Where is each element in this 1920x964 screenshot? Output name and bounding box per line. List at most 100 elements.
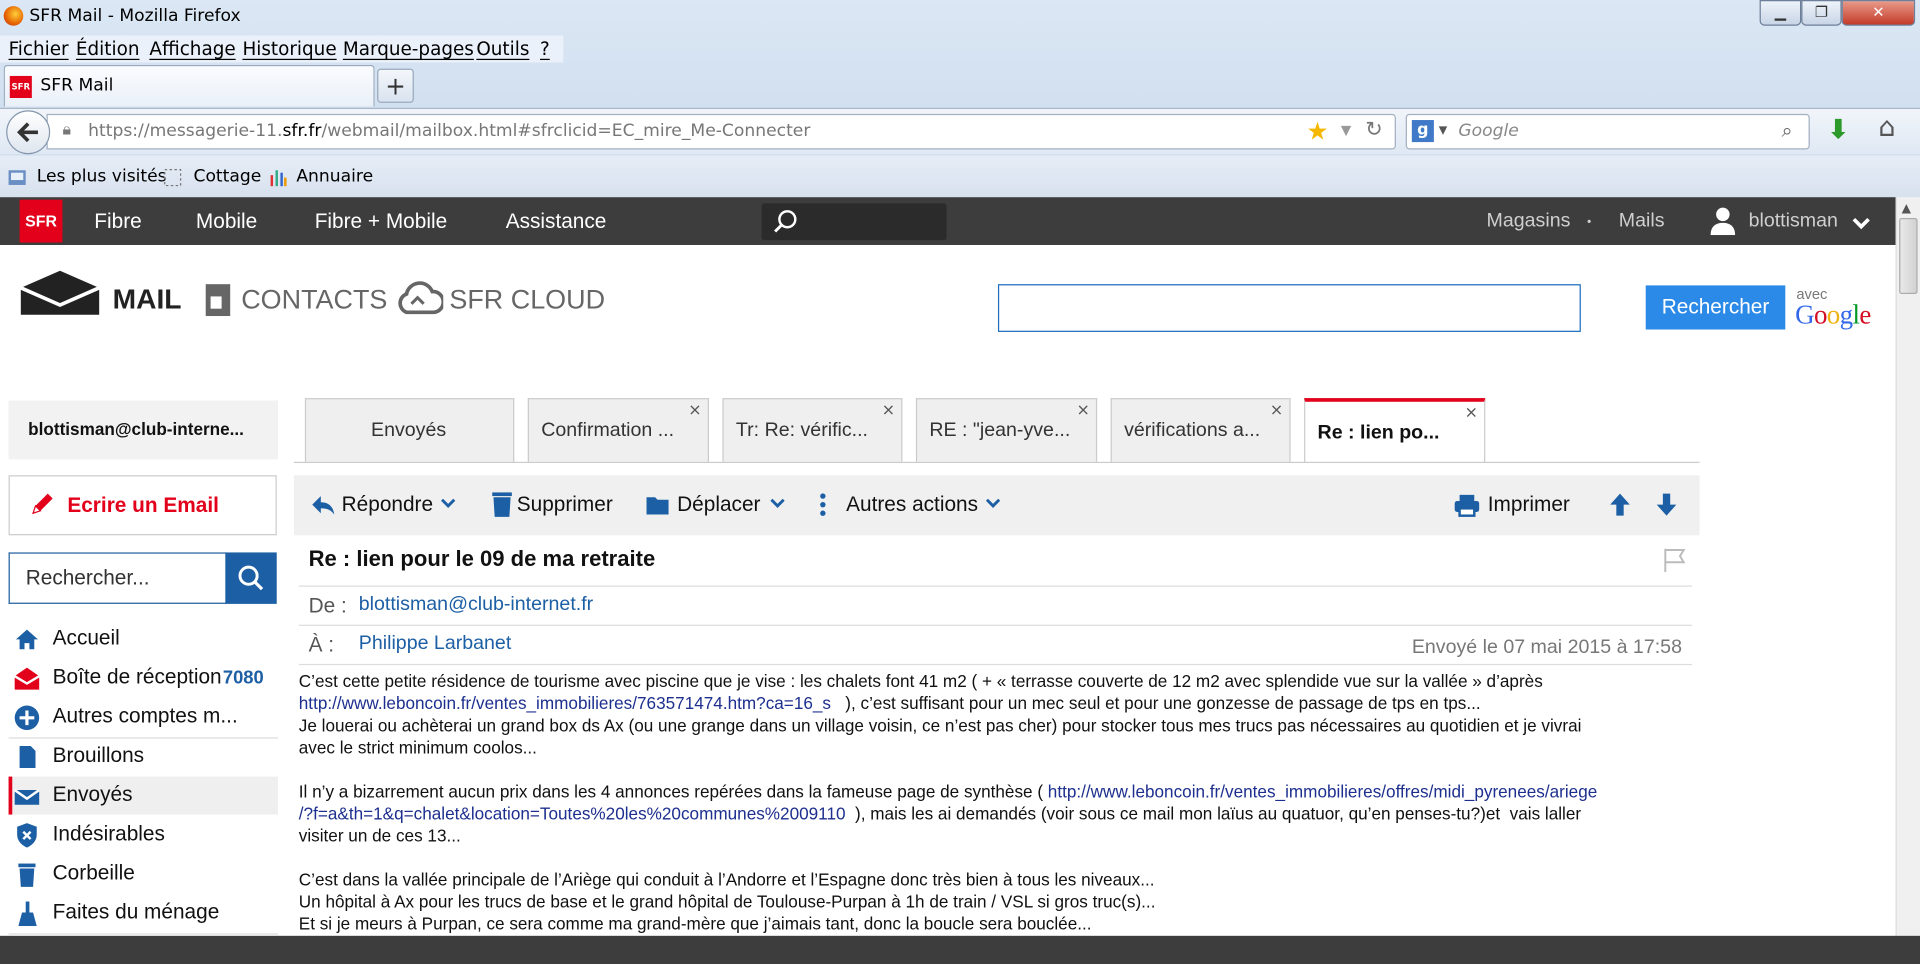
user-icon[interactable] — [1709, 206, 1736, 236]
reply-chevron-icon[interactable] — [440, 495, 457, 512]
menu-affichage[interactable]: Affichage — [149, 38, 235, 60]
body-line: /?f=a&th=1&q=chalet&location=Toutes%20le… — [298, 803, 1582, 824]
close-tab-icon[interactable]: × — [688, 402, 701, 420]
sfr-search-box[interactable] — [761, 203, 947, 241]
bookmark-cottage[interactable]: Cottage — [193, 167, 261, 187]
close-tab-icon[interactable]: × — [882, 402, 895, 420]
google-engine-icon[interactable]: g — [1411, 120, 1434, 143]
flag-icon[interactable] — [1662, 546, 1689, 573]
app-mail[interactable]: MAIL — [18, 268, 189, 319]
folder-accueil[interactable]: Accueil — [9, 620, 278, 658]
url-dropdown-icon[interactable]: ▼ — [1341, 122, 1351, 138]
sfr-favicon-icon: SFR — [9, 75, 32, 98]
account-box[interactable]: blottisman@club-interne... — [8, 400, 278, 460]
folder-inbox[interactable]: Boîte de réception 7080 — [9, 659, 278, 697]
browser-search-box[interactable]: g ▼ Google ⌕ — [1405, 113, 1810, 150]
back-arrow-icon — [16, 122, 38, 143]
tab-label: Envoyés — [371, 420, 447, 441]
back-button[interactable] — [6, 110, 51, 155]
reload-icon[interactable]: ↻ — [1365, 118, 1382, 142]
trash-icon — [18, 863, 36, 887]
search-icon — [238, 565, 264, 591]
folder-label: Autres comptes m... — [52, 704, 238, 728]
menu-marque-pages[interactable]: Marque-pages — [343, 38, 474, 60]
menu-fichier[interactable]: Fichier — [9, 38, 69, 60]
header-separator — [298, 585, 1693, 587]
nav-assistance[interactable]: Assistance — [506, 209, 607, 233]
tab-re-lien-active[interactable]: Re : lien po... × — [1304, 398, 1486, 464]
nav-mobile[interactable]: Mobile — [196, 209, 257, 233]
lock-icon: 🔒︎ — [62, 121, 71, 140]
body-link[interactable]: http://www.leboncoin.fr/ventes_immobilie… — [299, 693, 831, 713]
more-chevron-icon[interactable] — [984, 495, 1001, 512]
menu-bar: Fichier Édition Affichage Historique Mar… — [0, 35, 564, 63]
compose-button[interactable]: Ecrire un Email — [8, 475, 277, 536]
vertical-scrollbar[interactable]: ▲ — [1895, 197, 1920, 936]
more-dots-icon — [820, 493, 826, 516]
from-address[interactable]: blottisman@club-internet.fr — [359, 594, 593, 616]
scroll-up-icon[interactable]: ▲ — [1902, 202, 1911, 215]
most-visited-icon — [8, 170, 26, 185]
navigation-bar: 🔒︎ https://messagerie-11.sfr.fr/webmail/… — [0, 107, 1920, 155]
bookmark-most-visited[interactable]: Les plus visités — [37, 167, 167, 187]
header-separator — [298, 624, 1693, 626]
google-search-button[interactable]: Rechercher — [1645, 285, 1786, 330]
more-actions-button[interactable]: Autres actions — [846, 492, 978, 516]
new-tab-button[interactable]: + — [377, 68, 414, 103]
engine-dropdown-icon[interactable]: ▼ — [1439, 125, 1447, 137]
browser-search-icon[interactable]: ⌕ — [1782, 119, 1793, 143]
nav-magasins[interactable]: Magasins — [1487, 211, 1571, 233]
tab-envoyes[interactable]: Envoyés — [304, 398, 515, 462]
maximize-button[interactable]: ❐ — [1801, 0, 1842, 26]
folder-corbeille[interactable]: Corbeille — [9, 855, 278, 893]
close-tab-icon[interactable]: × — [1465, 404, 1478, 422]
body-link[interactable]: http://www.leboncoin.fr/ventes_immobilie… — [1048, 781, 1597, 801]
tab-confirmation[interactable]: Confirmation ... × — [527, 398, 709, 462]
move-button[interactable]: Déplacer — [677, 492, 760, 516]
google-search-input[interactable] — [997, 284, 1581, 332]
mail-search-button[interactable] — [225, 552, 277, 604]
bookmark-star-icon[interactable]: ★ — [1307, 116, 1329, 145]
menu-help[interactable]: ? — [540, 38, 550, 60]
browser-search-placeholder: Google — [1458, 121, 1519, 141]
folder-envoyes[interactable]: Envoyés — [8, 776, 278, 815]
close-tab-icon[interactable]: × — [1076, 402, 1089, 420]
menu-historique[interactable]: Historique — [242, 38, 336, 60]
user-menu-chevron-icon[interactable] — [1851, 217, 1871, 232]
previous-message-icon[interactable] — [1608, 491, 1632, 518]
folder-separator — [8, 933, 278, 935]
download-icon[interactable]: ⬇ — [1827, 115, 1850, 146]
message-toolbar: Répondre Supprimer Déplacer Autres actio… — [293, 475, 1700, 536]
browser-tab-sfr-mail[interactable]: SFR SFR Mail — [3, 64, 375, 107]
to-recipient[interactable]: Philippe Larbanet — [359, 633, 512, 655]
mail-search-input[interactable]: Rechercher... — [8, 552, 227, 604]
close-window-button[interactable]: ✕ — [1841, 0, 1916, 26]
menu-edition[interactable]: Édition — [76, 38, 140, 60]
nav-fibre-mobile[interactable]: Fibre + Mobile — [315, 209, 447, 233]
url-bar[interactable]: 🔒︎ https://messagerie-11.sfr.fr/webmail/… — [46, 113, 1396, 150]
nav-mails[interactable]: Mails — [1619, 211, 1665, 233]
tab-re-jean-yve[interactable]: RE : "jean-yve... × — [915, 398, 1098, 462]
user-name[interactable]: blottisman — [1749, 211, 1838, 233]
folder-indesirables[interactable]: Indésirables — [9, 816, 278, 854]
tab-verifications[interactable]: vérifications a... × — [1110, 398, 1291, 462]
minimize-button[interactable]: ▁ — [1759, 0, 1802, 26]
annuaire-icon — [270, 170, 287, 187]
delete-button[interactable]: Supprimer — [517, 492, 613, 516]
tab-tr-re-verific[interactable]: Tr: Re: vérific... × — [722, 398, 903, 462]
next-message-icon[interactable] — [1654, 491, 1678, 518]
close-tab-icon[interactable]: × — [1270, 402, 1283, 420]
folder-brouillons[interactable]: Brouillons — [9, 737, 278, 775]
nav-fibre[interactable]: Fibre — [94, 209, 141, 233]
home-browser-icon[interactable]: ⌂ — [1878, 113, 1895, 144]
move-chevron-icon[interactable] — [769, 495, 786, 512]
folder-autres-comptes[interactable]: Autres comptes m... — [9, 698, 278, 736]
scrollbar-thumb[interactable] — [1899, 218, 1918, 294]
body-link[interactable]: /?f=a&th=1&q=chalet&location=Toutes%20le… — [299, 804, 846, 824]
sfr-logo[interactable]: SFR — [19, 199, 63, 243]
menu-outils[interactable]: Outils — [476, 38, 529, 60]
folder-menage[interactable]: Faites du ménage — [9, 894, 278, 932]
print-button[interactable]: Imprimer — [1488, 492, 1570, 516]
bookmark-annuaire[interactable]: Annuaire — [296, 167, 373, 187]
reply-button[interactable]: Répondre — [342, 492, 433, 516]
